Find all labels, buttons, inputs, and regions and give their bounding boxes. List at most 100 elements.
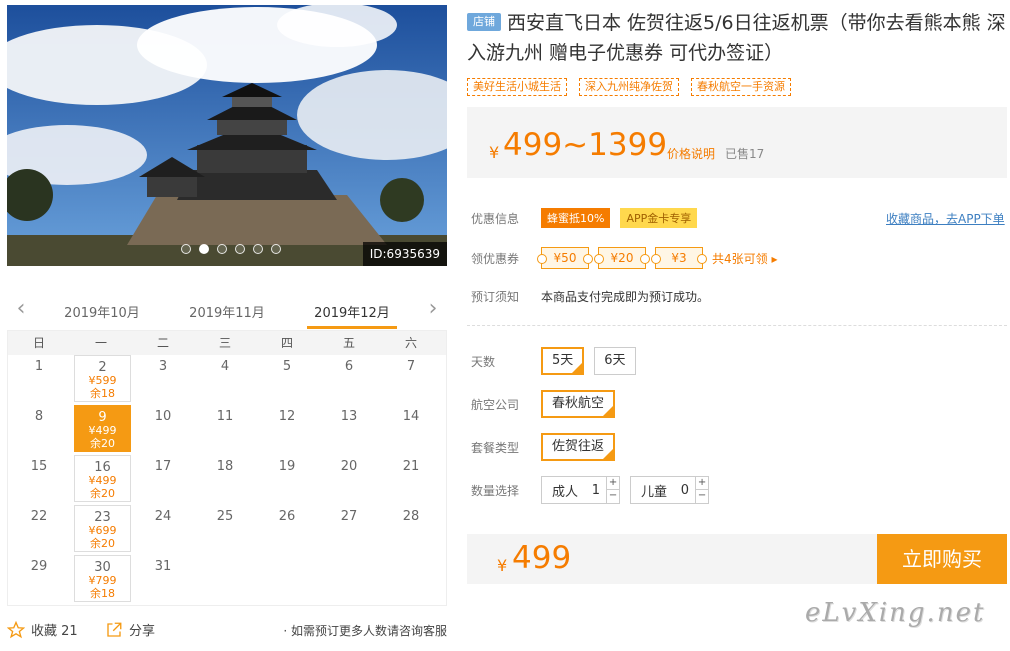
calendar-day: 25 (194, 505, 256, 555)
calendar-grid: 1 2 ¥599 余18 3 4 5 6 7 8 9 ¥499 余20 10 11 12 13 14 15 16 ¥49… (8, 355, 446, 605)
carousel-dot[interactable] (217, 244, 227, 254)
quantity-label: 数量选择 (471, 483, 520, 498)
day-number: 23 (94, 510, 111, 525)
calendar-day-box[interactable]: 23 ¥699 余20 (74, 505, 131, 552)
option-days-5[interactable]: 5天 ✓ (541, 347, 585, 375)
notice-row: 预订须知 本商品支付完成即为预订成功。 (471, 288, 709, 305)
fav-app-link[interactable]: 收藏商品，去APP下单 (886, 210, 1005, 227)
product-image[interactable]: ID:6935639 (7, 5, 447, 266)
calendar-day-box[interactable]: 2 ¥599 余18 (74, 355, 131, 402)
product-tag: 深入九州纯净佐贺 (579, 78, 679, 96)
weekday-label: 四 (280, 336, 293, 350)
image-id-label: ID:6935639 (362, 242, 447, 266)
total-currency: ¥ (497, 556, 508, 575)
calendar-day: 12 (256, 405, 318, 455)
coupon-20[interactable]: ¥20 (594, 247, 650, 269)
favorite-button[interactable]: 收藏 21 (7, 620, 78, 639)
price-currency: ¥ (489, 143, 500, 162)
weekday-label: 二 (156, 336, 169, 350)
calendar-day: 27 (318, 505, 380, 555)
calendar-day[interactable]: 2 ¥599 余18 (70, 355, 132, 405)
price-range: 499~1399 (503, 127, 668, 163)
total-price: 499 (512, 540, 572, 576)
adult-decrement-button[interactable]: − (607, 490, 619, 503)
discount-badge-honey: 蜂蜜抵10% (541, 208, 611, 228)
day-number: 13 (340, 409, 358, 424)
buy-now-button[interactable]: 立即购买 (877, 534, 1007, 584)
day-remaining: 余20 (90, 437, 115, 450)
option-package[interactable]: 佐贺往返 ✓ (541, 433, 616, 461)
day-number: 21 (402, 459, 420, 474)
date-calendar: 日 一 二 三 四 五 六 1 2 ¥599 余18 3 4 5 6 7 8 9 ¥499 余20 10 1… (7, 330, 447, 606)
share-label: 分享 (129, 624, 156, 639)
day-number: 1 (34, 359, 44, 374)
calendar-day: 29 (8, 555, 70, 605)
coupon-label: 领优惠券 (471, 251, 520, 266)
days-label: 天数 (471, 354, 496, 369)
adult-increment-button[interactable]: + (607, 477, 620, 490)
calendar-day: 21 (380, 455, 442, 505)
adult-quantity[interactable]: 1 (588, 483, 606, 498)
calendar-day[interactable]: 23 ¥699 余20 (70, 505, 132, 555)
product-title-text: 西安直飞日本 佐贺往返5/6日往返机票（带你去看熊本熊 深入游九州 赠电子优惠券… (467, 12, 1006, 64)
footer-actions: 收藏 21 分享 · 如需预订更多人数请咨询客服 (7, 620, 447, 640)
prev-month-chevron-icon[interactable]: ‹ (11, 298, 31, 320)
calendar-day[interactable]: 30 ¥799 余18 (70, 555, 132, 605)
day-number: 12 (278, 409, 296, 424)
carousel-dot[interactable] (181, 244, 191, 254)
day-price: ¥499 (88, 474, 117, 487)
day-number: 6 (344, 359, 354, 374)
adult-label: 成人 (552, 484, 579, 500)
price-panel: ¥ 499~1399 价格说明 已售17 (467, 107, 1007, 178)
calendar-day: 8 (8, 405, 70, 455)
calendar-day[interactable]: 16 ¥499 余20 (70, 455, 132, 505)
carousel-dot[interactable] (199, 244, 209, 254)
carousel-dots (181, 244, 281, 254)
shop-tag[interactable]: 店铺 (467, 13, 501, 31)
month-tab-2[interactable]: 2019年12月 (307, 302, 397, 321)
carousel-dot[interactable] (271, 244, 281, 254)
option-days-6[interactable]: 6天 (594, 347, 636, 375)
calendar-day: 22 (8, 505, 70, 555)
day-number: 7 (406, 359, 416, 374)
option-airline-label: 春秋航空 (552, 396, 605, 411)
child-quantity[interactable]: 0 (677, 483, 695, 498)
day-number: 31 (154, 559, 172, 574)
day-number: 3 (158, 359, 168, 374)
day-number: 19 (278, 459, 296, 474)
day-price: ¥499 (88, 424, 117, 437)
calendar-day-box[interactable]: 9 ¥499 余20 (74, 405, 131, 452)
airline-row: 航空公司 春秋航空 ✓ (471, 390, 625, 418)
month-tab-0[interactable]: 2019年10月 (57, 302, 147, 321)
active-month-indicator (307, 326, 397, 329)
child-increment-button[interactable]: + (696, 477, 709, 490)
month-tab-1[interactable]: 2019年11月 (182, 302, 272, 321)
coupon-3[interactable]: ¥3 (651, 247, 707, 269)
quantity-row: 数量选择 成人 1 + − 儿童 0 + − (471, 476, 719, 504)
next-month-chevron-icon[interactable]: › (423, 298, 443, 320)
share-icon (107, 622, 122, 637)
calendar-day-box[interactable]: 16 ¥499 余20 (74, 455, 131, 502)
calendar-day: 11 (194, 405, 256, 455)
day-remaining: 余18 (90, 587, 115, 600)
favorite-label: 收藏 21 (31, 624, 78, 639)
option-airline[interactable]: 春秋航空 ✓ (541, 390, 616, 418)
calendar-day-box[interactable]: 30 ¥799 余18 (74, 555, 131, 602)
coupon-50[interactable]: ¥50 (537, 247, 593, 269)
more-coupons-link[interactable]: 共4张可领 ▸ (712, 250, 777, 267)
share-button[interactable]: 分享 (105, 620, 155, 639)
notice-label: 预订须知 (471, 290, 520, 304)
day-number: 25 (216, 509, 234, 524)
castle-photo (7, 5, 447, 266)
day-number: 28 (402, 509, 420, 524)
carousel-dot[interactable] (253, 244, 263, 254)
carousel-dot[interactable] (235, 244, 245, 254)
calendar-day: 10 (132, 405, 194, 455)
day-number: 15 (30, 459, 48, 474)
coupon-row: 领优惠券 ¥50 ¥20 ¥3 共4张可领 ▸ (471, 247, 777, 269)
weekday-label: 六 (404, 336, 417, 350)
child-decrement-button[interactable]: − (696, 490, 708, 503)
booking-note: · 如需预订更多人数请咨询客服 (283, 624, 447, 638)
calendar-day[interactable]: 9 ¥499 余20 (70, 405, 132, 455)
price-desc-link[interactable]: 价格说明 (667, 145, 715, 162)
